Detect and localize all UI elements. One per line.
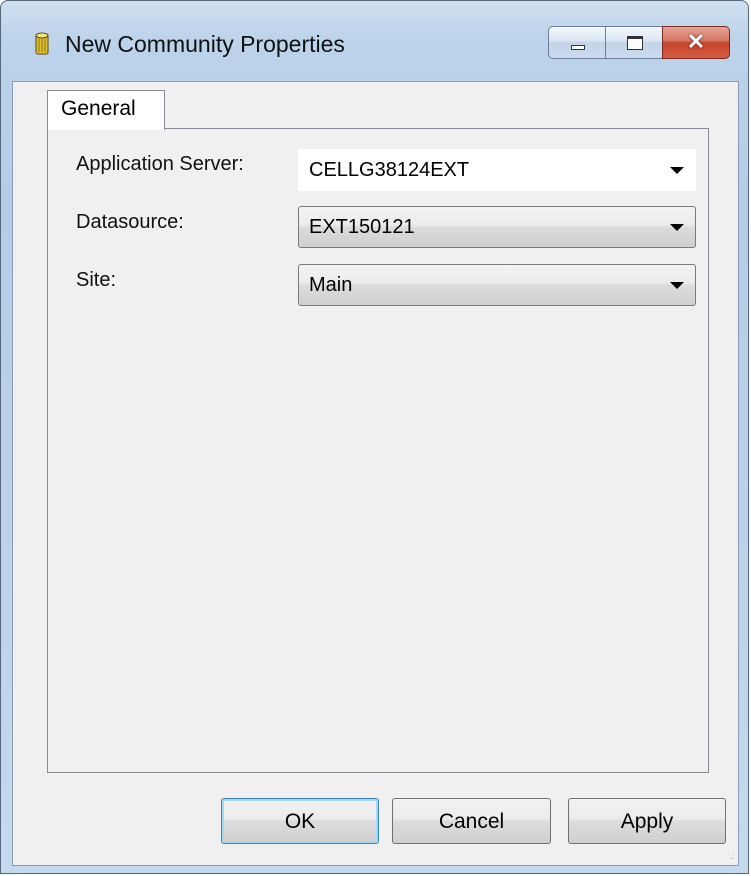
datasource-value: EXT150121 [309,216,415,238]
minimize-button[interactable] [548,26,606,59]
dialog-window: New Community Properties ✕ General Appli… [0,0,749,874]
maximize-icon [627,36,643,50]
application-server-label: Application Server: [76,153,244,175]
application-server-combobox[interactable]: CELLG38124EXT [298,149,696,191]
resize-grip-icon[interactable]: .: [730,851,734,862]
site-label: Site: [76,269,117,291]
apply-button[interactable]: Apply [568,798,726,844]
tab-general[interactable]: General [47,90,165,130]
close-button[interactable]: ✕ [662,26,730,59]
cancel-button[interactable]: Cancel [392,798,551,844]
datasource-combobox[interactable]: EXT150121 [298,206,696,248]
dialog-client-area: General Application Server: CELLG38124EX… [12,81,739,866]
minimize-icon [571,45,585,50]
chevron-down-icon[interactable] [670,224,684,231]
chevron-down-icon[interactable] [670,167,684,174]
site-combobox[interactable]: Main [298,264,696,306]
maximize-button[interactable] [605,26,663,59]
tab-general-label: General [61,97,136,120]
chevron-down-icon[interactable] [670,282,684,289]
title-bar[interactable]: New Community Properties ✕ [1,1,748,83]
database-cylinder-icon [35,32,49,55]
close-icon: ✕ [686,29,706,54]
application-server-value[interactable]: CELLG38124EXT [309,159,469,182]
datasource-label: Datasource: [76,211,184,233]
general-tab-panel: Application Server: CELLG38124EXT Dataso… [47,128,709,773]
ok-button[interactable]: OK [221,798,379,844]
window-title: New Community Properties [65,31,345,57]
site-value: Main [309,274,353,296]
